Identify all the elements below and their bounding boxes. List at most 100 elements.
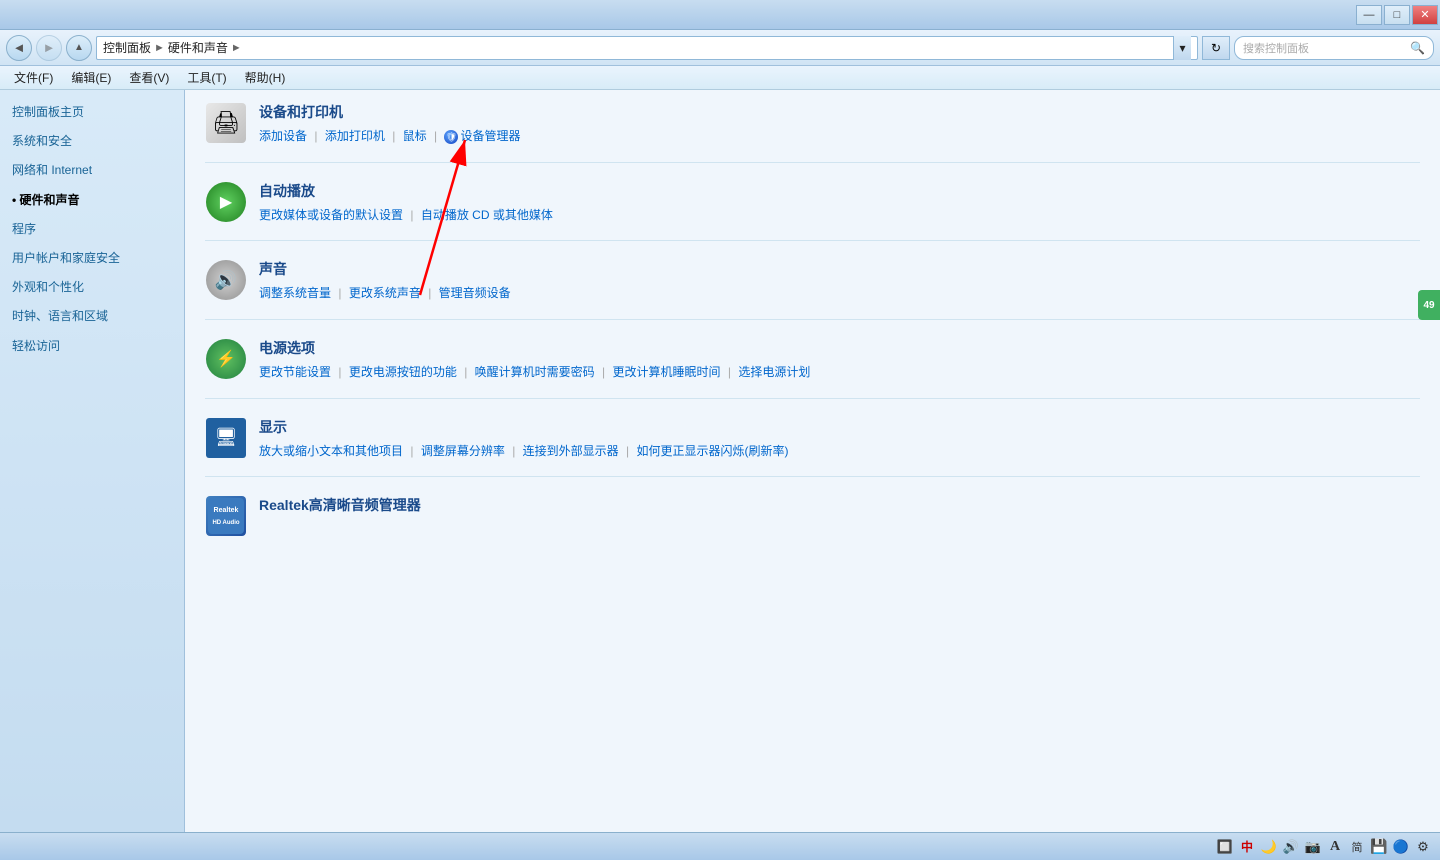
sidebar-item-users[interactable]: 用户帐户和家庭安全 [0, 244, 184, 273]
float-button[interactable]: 49 [1418, 290, 1440, 320]
sidebar-item-hardware[interactable]: 硬件和声音 [0, 186, 184, 215]
refresh-button[interactable]: ↻ [1202, 36, 1230, 60]
sidebar: 控制面板主页 系统和安全 网络和 Internet 硬件和声音 程序 用户帐户和… [0, 90, 185, 832]
minimize-button[interactable]: — [1356, 5, 1382, 25]
shield-icon: 🛡 [444, 130, 458, 144]
sep13: | [626, 444, 629, 458]
path-current: 硬件和声音 [168, 39, 228, 56]
refresh-rate-link[interactable]: 如何更正显示器闪烁(刷新率) [636, 444, 788, 458]
external-display-link[interactable]: 连接到外部显示器 [523, 444, 619, 458]
devices-content: 设备和打印机 添加设备 | 添加打印机 | 鼠标 | 🛡 设备管理器 [259, 102, 1420, 148]
close-button[interactable]: ✕ [1412, 5, 1438, 25]
menubar: 文件(F) 编辑(E) 查看(V) 工具(T) 帮助(H) [0, 66, 1440, 90]
autoplay-cd-link[interactable]: 自动播放 CD 或其他媒体 [421, 208, 553, 222]
add-printer-link[interactable]: 添加打印机 [325, 129, 385, 143]
taskbar-icon-simplified[interactable]: 简 [1348, 838, 1366, 856]
autoplay-title-link[interactable]: 自动播放 [259, 183, 315, 199]
taskbar-icon-gear[interactable]: ⚙ [1414, 838, 1432, 856]
taskbar-icon-camera[interactable]: 📷 [1304, 838, 1322, 856]
sep7: | [338, 365, 341, 379]
power-title[interactable]: 电源选项 [259, 338, 1420, 358]
svg-text:Realtek: Realtek [214, 507, 239, 514]
add-device-link[interactable]: 添加设备 [259, 129, 307, 143]
path-root[interactable]: 控制面板 [103, 39, 151, 56]
taskbar-icon-save[interactable]: 💾 [1370, 838, 1388, 856]
category-power: ⚡ 电源选项 更改节能设置 | 更改电源按钮的功能 | 唤醒计算机时需要密码 |… [205, 338, 1420, 399]
sidebar-item-home[interactable]: 控制面板主页 [0, 98, 184, 127]
sep4: | [410, 208, 413, 222]
forward-button[interactable]: ► [36, 35, 62, 61]
taskbar-icon-a[interactable]: A [1326, 838, 1344, 856]
realtek-title-link[interactable]: Realtek高清晰音频管理器 [259, 497, 421, 513]
autoplay-icon: ▶ [205, 181, 247, 223]
sep1: | [314, 129, 317, 143]
path-separator-1: ► [154, 42, 165, 54]
resolution-link[interactable]: 调整屏幕分辨率 [421, 444, 505, 458]
power-links: 更改节能设置 | 更改电源按钮的功能 | 唤醒计算机时需要密码 | 更改计算机睡… [259, 362, 1420, 384]
taskbar-icon-chinese[interactable]: 中 [1238, 838, 1256, 856]
sep12: | [512, 444, 515, 458]
search-placeholder: 搜索控制面板 [1243, 40, 1309, 56]
sidebar-item-clock[interactable]: 时钟、语言和区域 [0, 302, 184, 331]
category-devices: 🖨 设备和打印机 添加设备 | 添加打印机 | 鼠标 | 🛡 设备管理器 [205, 102, 1420, 163]
sidebar-item-ease[interactable]: 轻松访问 [0, 332, 184, 361]
wakeup-password-link[interactable]: 唤醒计算机时需要密码 [475, 365, 595, 379]
display-title-link[interactable]: 显示 [259, 419, 287, 435]
path-dropdown-button[interactable]: ▾ [1173, 36, 1191, 60]
menu-tools[interactable]: 工具(T) [179, 67, 234, 88]
back-button[interactable]: ◄ [6, 35, 32, 61]
taskbar-icon-1[interactable]: 🔲 [1216, 838, 1234, 856]
sound-links: 调整系统音量 | 更改系统声音 | 管理音频设备 [259, 283, 1420, 305]
up-button[interactable]: ▲ [66, 35, 92, 61]
sidebar-item-programs[interactable]: 程序 [0, 215, 184, 244]
svg-text:HD Audio: HD Audio [212, 520, 239, 526]
search-icon: 🔍 [1410, 41, 1425, 55]
display-title[interactable]: 显示 [259, 417, 1420, 437]
devices-title[interactable]: 设备和打印机 [259, 102, 1420, 122]
category-sound: 🔊 声音 调整系统音量 | 更改系统声音 | 管理音频设备 [205, 259, 1420, 320]
sidebar-item-network[interactable]: 网络和 Internet [0, 156, 184, 185]
addressbar: ◄ ► ▲ 控制面板 ► 硬件和声音 ► ▾ ↻ 搜索控制面板 🔍 [0, 30, 1440, 66]
sidebar-item-appearance[interactable]: 外观和个性化 [0, 273, 184, 302]
sound-title-link[interactable]: 声音 [259, 261, 287, 277]
maximize-button[interactable]: □ [1384, 5, 1410, 25]
realtek-title[interactable]: Realtek高清晰音频管理器 [259, 495, 1420, 515]
category-display: 🖥 显示 放大或缩小文本和其他项目 | 调整屏幕分辨率 | 连接到外部显示器 |… [205, 417, 1420, 478]
devices-title-link[interactable]: 设备和打印机 [259, 104, 343, 120]
menu-edit[interactable]: 编辑(E) [63, 67, 119, 88]
select-power-plan-link[interactable]: 选择电源计划 [738, 365, 810, 379]
titlebar: — □ ✕ [0, 0, 1440, 30]
address-path: 控制面板 ► 硬件和声音 ► ▾ [96, 36, 1198, 60]
change-power-button-link[interactable]: 更改电源按钮的功能 [349, 365, 457, 379]
display-icon-img: 🖥 [206, 418, 246, 458]
display-links: 放大或缩小文本和其他项目 | 调整屏幕分辨率 | 连接到外部显示器 | 如何更正… [259, 441, 1420, 463]
taskbar: 🔲 中 🌙 🔊 📷 A 简 💾 🔵 ⚙ [0, 832, 1440, 860]
sound-icon-img: 🔊 [206, 260, 246, 300]
change-sounds-link[interactable]: 更改系统声音 [349, 286, 421, 300]
realtek-icon: Realtek HD Audio [205, 495, 247, 537]
autoplay-icon-img: ▶ [206, 182, 246, 222]
change-energy-settings-link[interactable]: 更改节能设置 [259, 365, 331, 379]
device-manager-link[interactable]: 设备管理器 [460, 126, 520, 148]
sep10: | [728, 365, 731, 379]
sidebar-item-security[interactable]: 系统和安全 [0, 127, 184, 156]
menu-file[interactable]: 文件(F) [6, 67, 61, 88]
change-sleep-time-link[interactable]: 更改计算机睡眠时间 [612, 365, 720, 379]
zoom-text-link[interactable]: 放大或缩小文本和其他项目 [259, 444, 403, 458]
menu-help[interactable]: 帮助(H) [237, 67, 294, 88]
taskbar-icon-circle[interactable]: 🔵 [1392, 838, 1410, 856]
search-box[interactable]: 搜索控制面板 🔍 [1234, 36, 1434, 60]
change-media-defaults-link[interactable]: 更改媒体或设备的默认设置 [259, 208, 403, 222]
category-realtek: Realtek HD Audio Realtek高清晰音频管理器 [205, 495, 1420, 551]
devices-icon: 🖨 [205, 102, 247, 144]
adjust-volume-link[interactable]: 调整系统音量 [259, 286, 331, 300]
autoplay-title[interactable]: 自动播放 [259, 181, 1420, 201]
display-content: 显示 放大或缩小文本和其他项目 | 调整屏幕分辨率 | 连接到外部显示器 | 如… [259, 417, 1420, 463]
manage-audio-link[interactable]: 管理音频设备 [439, 286, 511, 300]
power-title-link[interactable]: 电源选项 [259, 340, 315, 356]
sound-title[interactable]: 声音 [259, 259, 1420, 279]
mouse-link[interactable]: 鼠标 [403, 129, 427, 143]
taskbar-icon-moon[interactable]: 🌙 [1260, 838, 1278, 856]
taskbar-icon-speaker[interactable]: 🔊 [1282, 838, 1300, 856]
menu-view[interactable]: 查看(V) [121, 67, 177, 88]
